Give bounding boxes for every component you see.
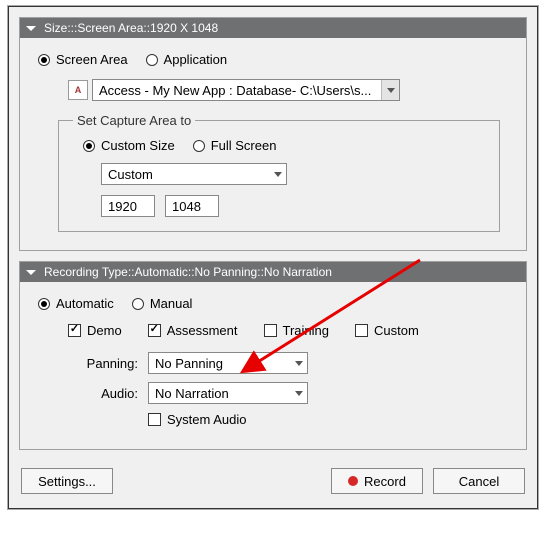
size-panel-body: Screen Area Application A Access - My Ne…	[20, 38, 526, 250]
audio-label: Audio:	[68, 386, 138, 401]
recording-panel-header[interactable]: Recording Type::Automatic::No Panning::N…	[20, 262, 526, 282]
manual-radio[interactable]: Manual	[132, 296, 193, 311]
recording-panel: Recording Type::Automatic::No Panning::N…	[19, 261, 527, 450]
size-panel-title: Size:::Screen Area::1920 X 1048	[44, 21, 218, 35]
access-app-icon: A	[68, 80, 88, 100]
automatic-radio[interactable]: Automatic	[38, 296, 114, 311]
cancel-button[interactable]: Cancel	[433, 468, 525, 494]
recording-panel-body: Automatic Manual Demo Assessment	[20, 282, 526, 449]
training-checkbox[interactable]: Training	[264, 323, 329, 338]
full-screen-label: Full Screen	[211, 138, 277, 153]
application-dropdown[interactable]: Access - My New App : Database- C:\Users…	[92, 79, 400, 101]
screen-area-label: Screen Area	[56, 52, 128, 67]
panning-value: No Panning	[155, 356, 223, 371]
custom-size-label: Custom Size	[101, 138, 175, 153]
system-audio-checkbox[interactable]: System Audio	[148, 412, 247, 427]
size-panel-header[interactable]: Size:::Screen Area::1920 X 1048	[20, 18, 526, 38]
capture-area-fieldset: Set Capture Area to Custom Size Full Scr…	[58, 113, 500, 232]
audio-value: No Narration	[155, 386, 229, 401]
custom-size-radio[interactable]: Custom Size	[83, 138, 175, 153]
demo-checkbox[interactable]: Demo	[68, 323, 122, 338]
panning-dropdown[interactable]: No Panning	[148, 352, 308, 374]
panning-label: Panning:	[68, 356, 138, 371]
application-label: Application	[164, 52, 228, 67]
automatic-label: Automatic	[56, 296, 114, 311]
chevron-down-icon	[295, 391, 303, 396]
application-dropdown-value: Access - My New App : Database- C:\Users…	[99, 83, 371, 98]
custom-label: Custom	[374, 323, 419, 338]
manual-label: Manual	[150, 296, 193, 311]
record-icon	[348, 476, 358, 486]
size-panel: Size:::Screen Area::1920 X 1048 Screen A…	[19, 17, 527, 251]
height-input[interactable]	[165, 195, 219, 217]
collapse-icon	[26, 26, 36, 31]
audio-dropdown[interactable]: No Narration	[148, 382, 308, 404]
settings-button[interactable]: Settings...	[21, 468, 113, 494]
chevron-down-icon	[274, 172, 282, 177]
size-preset-value: Custom	[108, 167, 153, 182]
collapse-icon	[26, 270, 36, 275]
capture-area-radios: Custom Size Full Screen	[83, 138, 485, 153]
full-screen-radio[interactable]: Full Screen	[193, 138, 277, 153]
training-label: Training	[283, 323, 329, 338]
assessment-checkbox[interactable]: Assessment	[148, 323, 238, 338]
application-select-row: A Access - My New App : Database- C:\Use…	[68, 79, 508, 101]
recording-dialog: Size:::Screen Area::1920 X 1048 Screen A…	[8, 6, 538, 509]
application-radio[interactable]: Application	[146, 52, 228, 67]
button-bar: Settings... Record Cancel	[9, 460, 537, 508]
screen-area-radio[interactable]: Screen Area	[38, 52, 128, 67]
width-input[interactable]	[101, 195, 155, 217]
capture-area-legend: Set Capture Area to	[73, 113, 195, 128]
chevron-down-icon	[387, 88, 395, 93]
recording-panel-title: Recording Type::Automatic::No Panning::N…	[44, 265, 332, 279]
size-preset-dropdown[interactable]: Custom	[101, 163, 287, 185]
demo-label: Demo	[87, 323, 122, 338]
record-button[interactable]: Record	[331, 468, 423, 494]
recording-mode-radios: Automatic Manual	[38, 296, 508, 311]
recording-types-row: Demo Assessment Training Custom	[68, 323, 508, 338]
system-audio-label: System Audio	[167, 412, 247, 427]
capture-source-radios: Screen Area Application	[38, 52, 508, 67]
custom-checkbox[interactable]: Custom	[355, 323, 419, 338]
chevron-down-icon	[295, 361, 303, 366]
assessment-label: Assessment	[167, 323, 238, 338]
